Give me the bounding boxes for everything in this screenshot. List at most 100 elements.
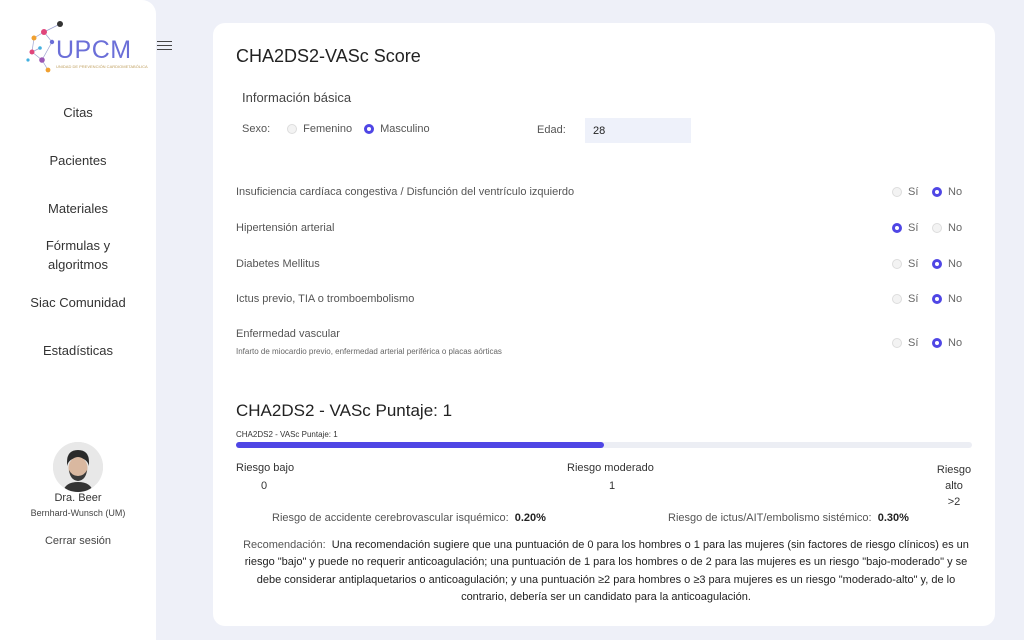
- sex-option-masculino[interactable]: Masculino: [364, 123, 430, 135]
- radio-yes[interactable]: [892, 294, 902, 304]
- option-yes[interactable]: Sí: [892, 293, 932, 305]
- risk-high-value: >2: [947, 496, 961, 508]
- option-no[interactable]: No: [932, 186, 972, 198]
- question-row-chf: Insuficiencia cardíaca congestiva / Disf…: [236, 186, 974, 200]
- sex-field: Sexo: Femenino Masculino: [242, 123, 430, 135]
- radio-yes[interactable]: [892, 338, 902, 348]
- question-label: Enfermedad vascular: [236, 328, 340, 340]
- question-label: Ictus previo, TIA o tromboembolismo: [236, 293, 415, 305]
- question-label: Insuficiencia cardíaca congestiva / Disf…: [236, 186, 575, 198]
- embolism-risk: Riesgo de ictus/AIT/embolismo sistémico:…: [668, 512, 909, 524]
- option-no[interactable]: No: [932, 222, 972, 234]
- age-input[interactable]: [585, 118, 691, 143]
- no-label: No: [948, 337, 963, 349]
- yes-label: Sí: [908, 222, 919, 234]
- upcm-logo[interactable]: UPCM UNIDAD DE PREVENCIÓN CARDIOMETABÓLI…: [26, 18, 148, 78]
- sidebar-item-label: Citas: [63, 104, 93, 120]
- sidebar-nav: Citas Pacientes Materiales Fórmulas y al…: [0, 98, 156, 364]
- sidebar-item-pacientes[interactable]: Pacientes: [0, 146, 156, 174]
- radio-no[interactable]: [932, 338, 942, 348]
- user-avatar-icon: [53, 442, 103, 492]
- user-panel: Dra. Beer Bernhard-Wunsch (UM) Cerrar se…: [0, 442, 156, 547]
- radio-no[interactable]: [932, 187, 942, 197]
- hamburger-icon: [157, 40, 172, 43]
- question-label: Hipertensión arterial: [236, 222, 335, 234]
- calculator-card: CHA2DS2-VASc Score Información básica Se…: [213, 23, 995, 626]
- sidebar-item-label: Fórmulas y algoritmos: [45, 238, 111, 272]
- yes-no-group: Sí No: [892, 258, 972, 270]
- menu-toggle-button[interactable]: [155, 38, 174, 55]
- logo-subtitle: UNIDAD DE PREVENCIÓN CARDIOMETABÓLICA: [56, 64, 148, 69]
- option-no[interactable]: No: [932, 337, 972, 349]
- user-organization: Bernhard-Wunsch (UM): [30, 508, 126, 518]
- risk-moderate-value: 1: [609, 480, 616, 492]
- stroke-risk: Riesgo de accidente cerebrovascular isqu…: [272, 512, 546, 524]
- embolism-risk-label: Riesgo de ictus/AIT/embolismo sistémico:: [668, 512, 872, 524]
- sidebar-item-label: Pacientes: [49, 152, 107, 168]
- section-title: Información básica: [242, 90, 352, 105]
- question-label: Diabetes Mellitus: [236, 258, 320, 270]
- recommendation: Recomendación: Una recomendación sugiere…: [236, 537, 976, 607]
- no-label: No: [948, 293, 963, 305]
- radio-yes[interactable]: [892, 259, 902, 269]
- no-label: No: [948, 186, 963, 198]
- radio-yes[interactable]: [892, 223, 902, 233]
- stroke-risk-value: 0.20%: [514, 512, 546, 524]
- yes-no-group: Sí No: [892, 293, 972, 305]
- radio-no[interactable]: [932, 259, 942, 269]
- recommendation-text: Una recomendación sugiere que una puntua…: [244, 539, 969, 604]
- radio-no[interactable]: [932, 223, 942, 233]
- radio-femenino[interactable]: [287, 124, 298, 134]
- yes-label: Sí: [908, 258, 919, 270]
- score-title: CHA2DS2 - VASc Puntaje: 1: [236, 401, 453, 420]
- logout-link[interactable]: Cerrar sesión: [0, 535, 156, 547]
- option-no[interactable]: No: [932, 258, 972, 270]
- yes-label: Sí: [908, 337, 919, 349]
- no-label: No: [948, 258, 963, 270]
- score-progress-bar: [236, 442, 972, 448]
- option-label: Masculino: [380, 123, 430, 135]
- question-hint: Infarto de miocardio previo, enfermedad …: [236, 347, 502, 356]
- yes-no-group: Sí No: [892, 222, 972, 234]
- hamburger-icon: [157, 44, 172, 47]
- sidebar-item-materiales[interactable]: Materiales: [0, 194, 156, 222]
- sidebar-item-formulas[interactable]: Fórmulas y algoritmos: [38, 235, 118, 275]
- sidebar-item-citas[interactable]: Citas: [0, 98, 156, 126]
- question-row-diabetes: Diabetes Mellitus Sí No: [236, 258, 974, 272]
- avatar[interactable]: [53, 442, 103, 492]
- sex-option-femenino[interactable]: Femenino: [287, 123, 352, 135]
- sidebar-item-estadisticas[interactable]: Estadísticas: [0, 336, 156, 364]
- risk-low-label: Riesgo bajo: [236, 462, 295, 474]
- question-row-hypertension: Hipertensión arterial Sí No: [236, 222, 974, 236]
- question-row-stroke: Ictus previo, TIA o tromboembolismo Sí N…: [236, 293, 974, 307]
- yes-label: Sí: [908, 186, 919, 198]
- radio-no[interactable]: [932, 294, 942, 304]
- no-label: No: [948, 222, 963, 234]
- hamburger-icon: [157, 48, 172, 51]
- embolism-risk-value: 0.30%: [877, 512, 909, 524]
- option-no[interactable]: No: [932, 293, 972, 305]
- sidebar-item-label: Siac Comunidad: [30, 294, 126, 310]
- page-title: CHA2DS2-VASc Score: [236, 46, 421, 66]
- option-yes[interactable]: Sí: [892, 186, 932, 198]
- radio-masculino[interactable]: [364, 124, 375, 134]
- option-label: Femenino: [303, 123, 353, 135]
- sidebar-item-label: Materiales: [48, 200, 108, 216]
- score-progress-fill: [236, 442, 604, 448]
- risk-low-value: 0: [261, 480, 268, 492]
- yes-no-group: Sí No: [892, 337, 972, 349]
- recommendation-label: Recomendación:: [243, 539, 326, 551]
- radio-yes[interactable]: [892, 187, 902, 197]
- age-label: Edad:: [537, 124, 566, 136]
- sex-label: Sexo:: [242, 123, 271, 135]
- question-row-vascular: Enfermedad vascular Infarto de miocardio…: [236, 328, 974, 360]
- risk-high-label: Riesgo alto: [936, 464, 972, 492]
- stroke-risk-label: Riesgo de accidente cerebrovascular isqu…: [272, 512, 509, 524]
- sidebar: UPCM UNIDAD DE PREVENCIÓN CARDIOMETABÓLI…: [0, 0, 156, 640]
- score-caption: CHA2DS2 - VASc Puntaje: 1: [236, 430, 338, 439]
- sidebar-item-siac-comunidad[interactable]: Siac Comunidad: [0, 288, 156, 316]
- option-yes[interactable]: Sí: [892, 258, 932, 270]
- sidebar-item-label: Estadísticas: [42, 342, 114, 358]
- option-yes[interactable]: Sí: [892, 222, 932, 234]
- option-yes[interactable]: Sí: [892, 337, 932, 349]
